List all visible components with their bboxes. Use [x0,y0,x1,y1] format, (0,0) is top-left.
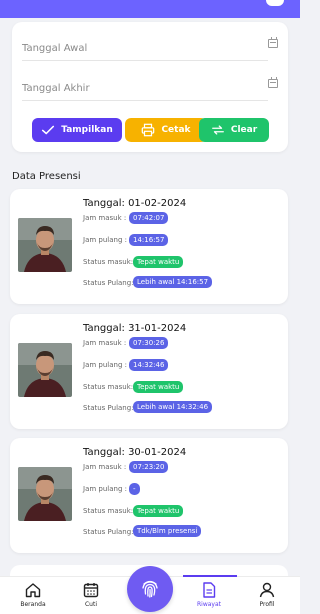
status-masuk-label: Status masuk: [83,258,134,266]
attendance-card[interactable]: Tanggal: 30-01-2024 Jam masuk : 07:23:20… [10,438,288,553]
status-masuk-label: Status masuk: [83,507,134,515]
nav-history-label: Riwayat [197,601,221,608]
nav-history[interactable]: Riwayat [184,581,234,608]
header-pill [266,0,284,6]
employee-photo [18,343,72,397]
calendar-icon[interactable] [268,37,278,48]
calendar-icon[interactable] [268,77,278,88]
nav-home-label: Beranda [20,601,46,608]
nav-home[interactable]: Beranda [8,581,58,608]
jam-masuk-label: Jam masuk : [83,339,127,347]
status-masuk-chip: Tepat waktu [133,505,184,517]
status-masuk-chip: Tepat waktu [133,256,184,268]
clear-button-label: Clear [230,125,258,135]
status-pulang-label: Status Pulang: [83,404,134,412]
print-button-label: Cetak [161,125,191,135]
home-icon [25,583,41,598]
jam-pulang-chip: - [129,483,140,495]
print-button[interactable]: Cetak [125,118,207,142]
jam-masuk-chip: 07:30:26 [129,337,169,349]
show-button[interactable]: Tampilkan [32,118,122,142]
user-icon [259,582,275,598]
document-icon [203,582,216,598]
filter-card: Tanggal Awal Tanggal Akhir Tampilkan Cet… [12,22,288,152]
status-pulang-label: Status Pulang: [83,279,134,287]
record-date: Tanggal: 01-02-2024 [83,198,187,209]
clear-button[interactable]: Clear [199,118,269,142]
attendance-card[interactable]: Tanggal: 01-02-2024 Jam masuk : 07:42:07… [10,189,288,304]
nav-leave-label: Cuti [84,601,97,608]
employee-photo [18,467,72,521]
section-title: Data Presensi [12,171,81,182]
show-button-label: Tampilkan [61,125,113,135]
start-date-field[interactable]: Tanggal Awal [22,35,278,61]
start-date-placeholder: Tanggal Awal [22,43,88,54]
jam-masuk-label: Jam masuk : [83,463,127,471]
status-masuk-chip: Tepat waktu [133,381,184,393]
jam-masuk-label: Jam masuk : [83,214,127,222]
end-date-field[interactable]: Tanggal Akhir [22,75,278,101]
status-pulang-label: Status Pulang: [83,528,134,536]
status-pulang-chip: Tdk/Blm presensi [133,525,202,537]
record-date: Tanggal: 30-01-2024 [83,447,187,458]
jam-masuk-chip: 07:23:20 [129,461,169,473]
fingerprint-icon [142,580,158,598]
fingerprint-button[interactable] [127,566,173,612]
jam-pulang-label: Jam pulang : [83,236,127,244]
jam-pulang-chip: 14:32:46 [129,359,169,371]
nav-profile[interactable]: Profil [242,581,292,608]
employee-photo [18,218,72,272]
header-bar [0,0,300,18]
nav-profile-label: Profil [259,601,275,608]
printer-icon [142,123,155,137]
jam-pulang-label: Jam pulang : [83,485,127,493]
jam-pulang-chip: 14:16:57 [129,234,169,246]
status-pulang-chip: Lebih awal 14:16:57 [133,276,213,288]
refresh-icon [211,125,224,135]
nav-leave[interactable]: Cuti [66,581,116,608]
calendar-icon [83,583,99,598]
attendance-card[interactable]: Tanggal: 31-01-2024 Jam masuk : 07:30:26… [10,314,288,429]
check-icon [42,125,55,135]
status-pulang-chip: Lebih awal 14:32:46 [133,401,213,413]
status-masuk-label: Status masuk: [83,383,134,391]
jam-pulang-label: Jam pulang : [83,361,127,369]
end-date-placeholder: Tanggal Akhir [22,83,90,94]
nav-active-indicator [183,575,237,577]
record-date: Tanggal: 31-01-2024 [83,323,187,334]
jam-masuk-chip: 07:42:07 [129,212,169,224]
